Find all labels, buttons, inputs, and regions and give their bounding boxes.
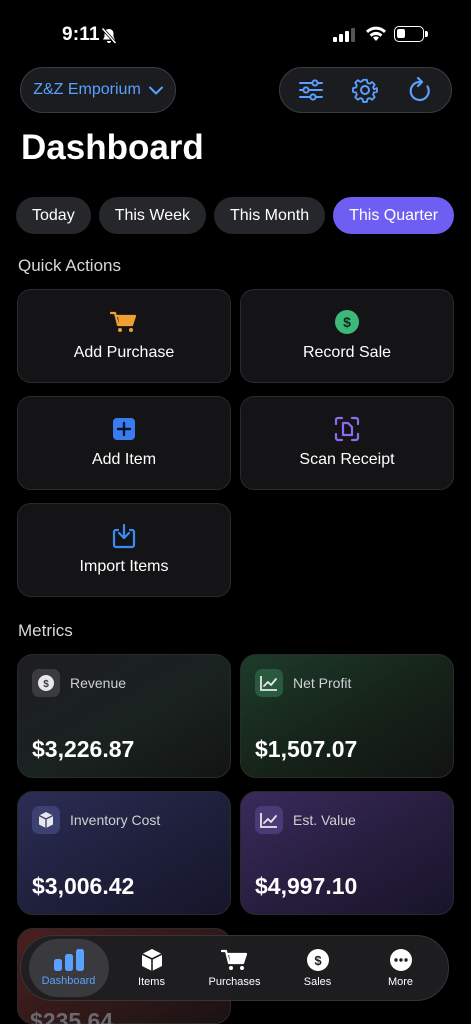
trend-chart-icon — [255, 806, 283, 834]
record-sale-label: Record Sale — [302, 344, 392, 361]
status-bar: 9:11 — [0, 0, 471, 60]
svg-text:$: $ — [343, 314, 351, 330]
metrics-heading: Metrics — [18, 621, 73, 640]
record-sale-button[interactable]: $ Record Sale — [240, 289, 454, 383]
est-value-label: Est. Value — [293, 812, 356, 828]
gear-icon — [352, 78, 379, 103]
plus-square-icon — [113, 418, 135, 440]
tab-dashboard-label: Dashboard — [41, 975, 96, 987]
partial-metric-value: $235.64 — [30, 1008, 114, 1024]
tab-items[interactable]: Items — [112, 939, 192, 997]
revenue-metric-card[interactable]: $ Revenue $3,226.87 — [17, 654, 231, 778]
period-chip-today[interactable]: Today — [16, 197, 91, 234]
box-icon — [32, 806, 60, 834]
tab-purchases[interactable]: Purchases — [195, 939, 275, 997]
filter-button[interactable] — [291, 70, 331, 110]
scan-receipt-label: Scan Receipt — [299, 451, 395, 468]
sliders-icon — [299, 79, 324, 101]
revenue-value: $3,226.87 — [32, 736, 135, 762]
revenue-label: Revenue — [70, 675, 127, 691]
period-chip-this-week[interactable]: This Week — [98, 197, 206, 234]
tab-sales[interactable]: $ Sales — [278, 939, 358, 997]
page-title: Dashboard — [21, 128, 204, 167]
import-tray-icon — [112, 523, 136, 549]
tab-bar: Dashboard Items Purchases $ Sales More — [20, 935, 449, 1001]
chevron-down-icon — [148, 86, 163, 94]
bell-muted-icon — [101, 27, 117, 45]
cart-icon — [110, 311, 137, 332]
inventory-cost-label: Inventory Cost — [70, 812, 161, 828]
tab-items-label: Items — [138, 976, 165, 988]
store-name: Z&Z Emporium — [33, 81, 141, 98]
quick-actions-heading: Quick Actions — [18, 256, 121, 275]
import-items-button[interactable]: Import Items — [17, 503, 231, 597]
add-purchase-label: Add Purchase — [73, 344, 175, 361]
period-chip-this-quarter[interactable]: This Quarter — [333, 197, 455, 234]
import-items-label: Import Items — [79, 558, 169, 575]
inventory-cost-value: $3,006.42 — [32, 873, 135, 899]
wifi-icon — [366, 26, 386, 41]
net-profit-metric-card[interactable]: Net Profit $1,507.07 — [240, 654, 454, 778]
battery-icon — [394, 26, 428, 42]
net-profit-label: Net Profit — [293, 675, 352, 691]
dollar-icon: $ — [32, 669, 60, 697]
est-value-value: $4,997.10 — [255, 873, 358, 899]
net-profit-value: $1,507.07 — [255, 736, 358, 762]
toolbar — [279, 67, 452, 113]
tab-dashboard[interactable]: Dashboard — [28, 939, 109, 997]
scan-document-icon — [334, 416, 360, 442]
tab-purchases-label: Purchases — [208, 976, 261, 988]
dollar-circle-icon: $ — [306, 949, 329, 971]
tab-more[interactable]: More — [361, 939, 441, 997]
box-icon — [141, 949, 162, 971]
add-item-label: Add Item — [91, 451, 157, 468]
refresh-icon — [409, 77, 430, 102]
add-purchase-button[interactable]: Add Purchase — [17, 289, 231, 383]
period-selector: Today This Week This Month This Quarter — [0, 190, 455, 240]
tab-sales-label: Sales — [303, 976, 332, 988]
store-selector-button[interactable]: Z&Z Emporium — [20, 67, 176, 113]
est-value-metric-card[interactable]: Est. Value $4,997.10 — [240, 791, 454, 915]
cart-icon — [220, 949, 247, 970]
svg-text:$: $ — [43, 679, 49, 690]
dollar-icon: $ — [335, 310, 359, 334]
tab-more-label: More — [387, 976, 414, 988]
status-time: 9:11 — [62, 24, 100, 45]
bar-chart-icon — [53, 949, 84, 971]
signal-icon — [333, 28, 355, 42]
trend-chart-icon — [255, 669, 283, 697]
scan-receipt-button[interactable]: Scan Receipt — [240, 396, 454, 490]
settings-button[interactable] — [345, 70, 385, 110]
add-item-button[interactable]: Add Item — [17, 396, 231, 490]
inventory-cost-metric-card[interactable]: Inventory Cost $3,006.42 — [17, 791, 231, 915]
svg-text:$: $ — [314, 953, 322, 968]
more-icon — [389, 949, 412, 971]
period-chip-this-month[interactable]: This Month — [213, 197, 326, 234]
refresh-button[interactable] — [400, 70, 440, 110]
